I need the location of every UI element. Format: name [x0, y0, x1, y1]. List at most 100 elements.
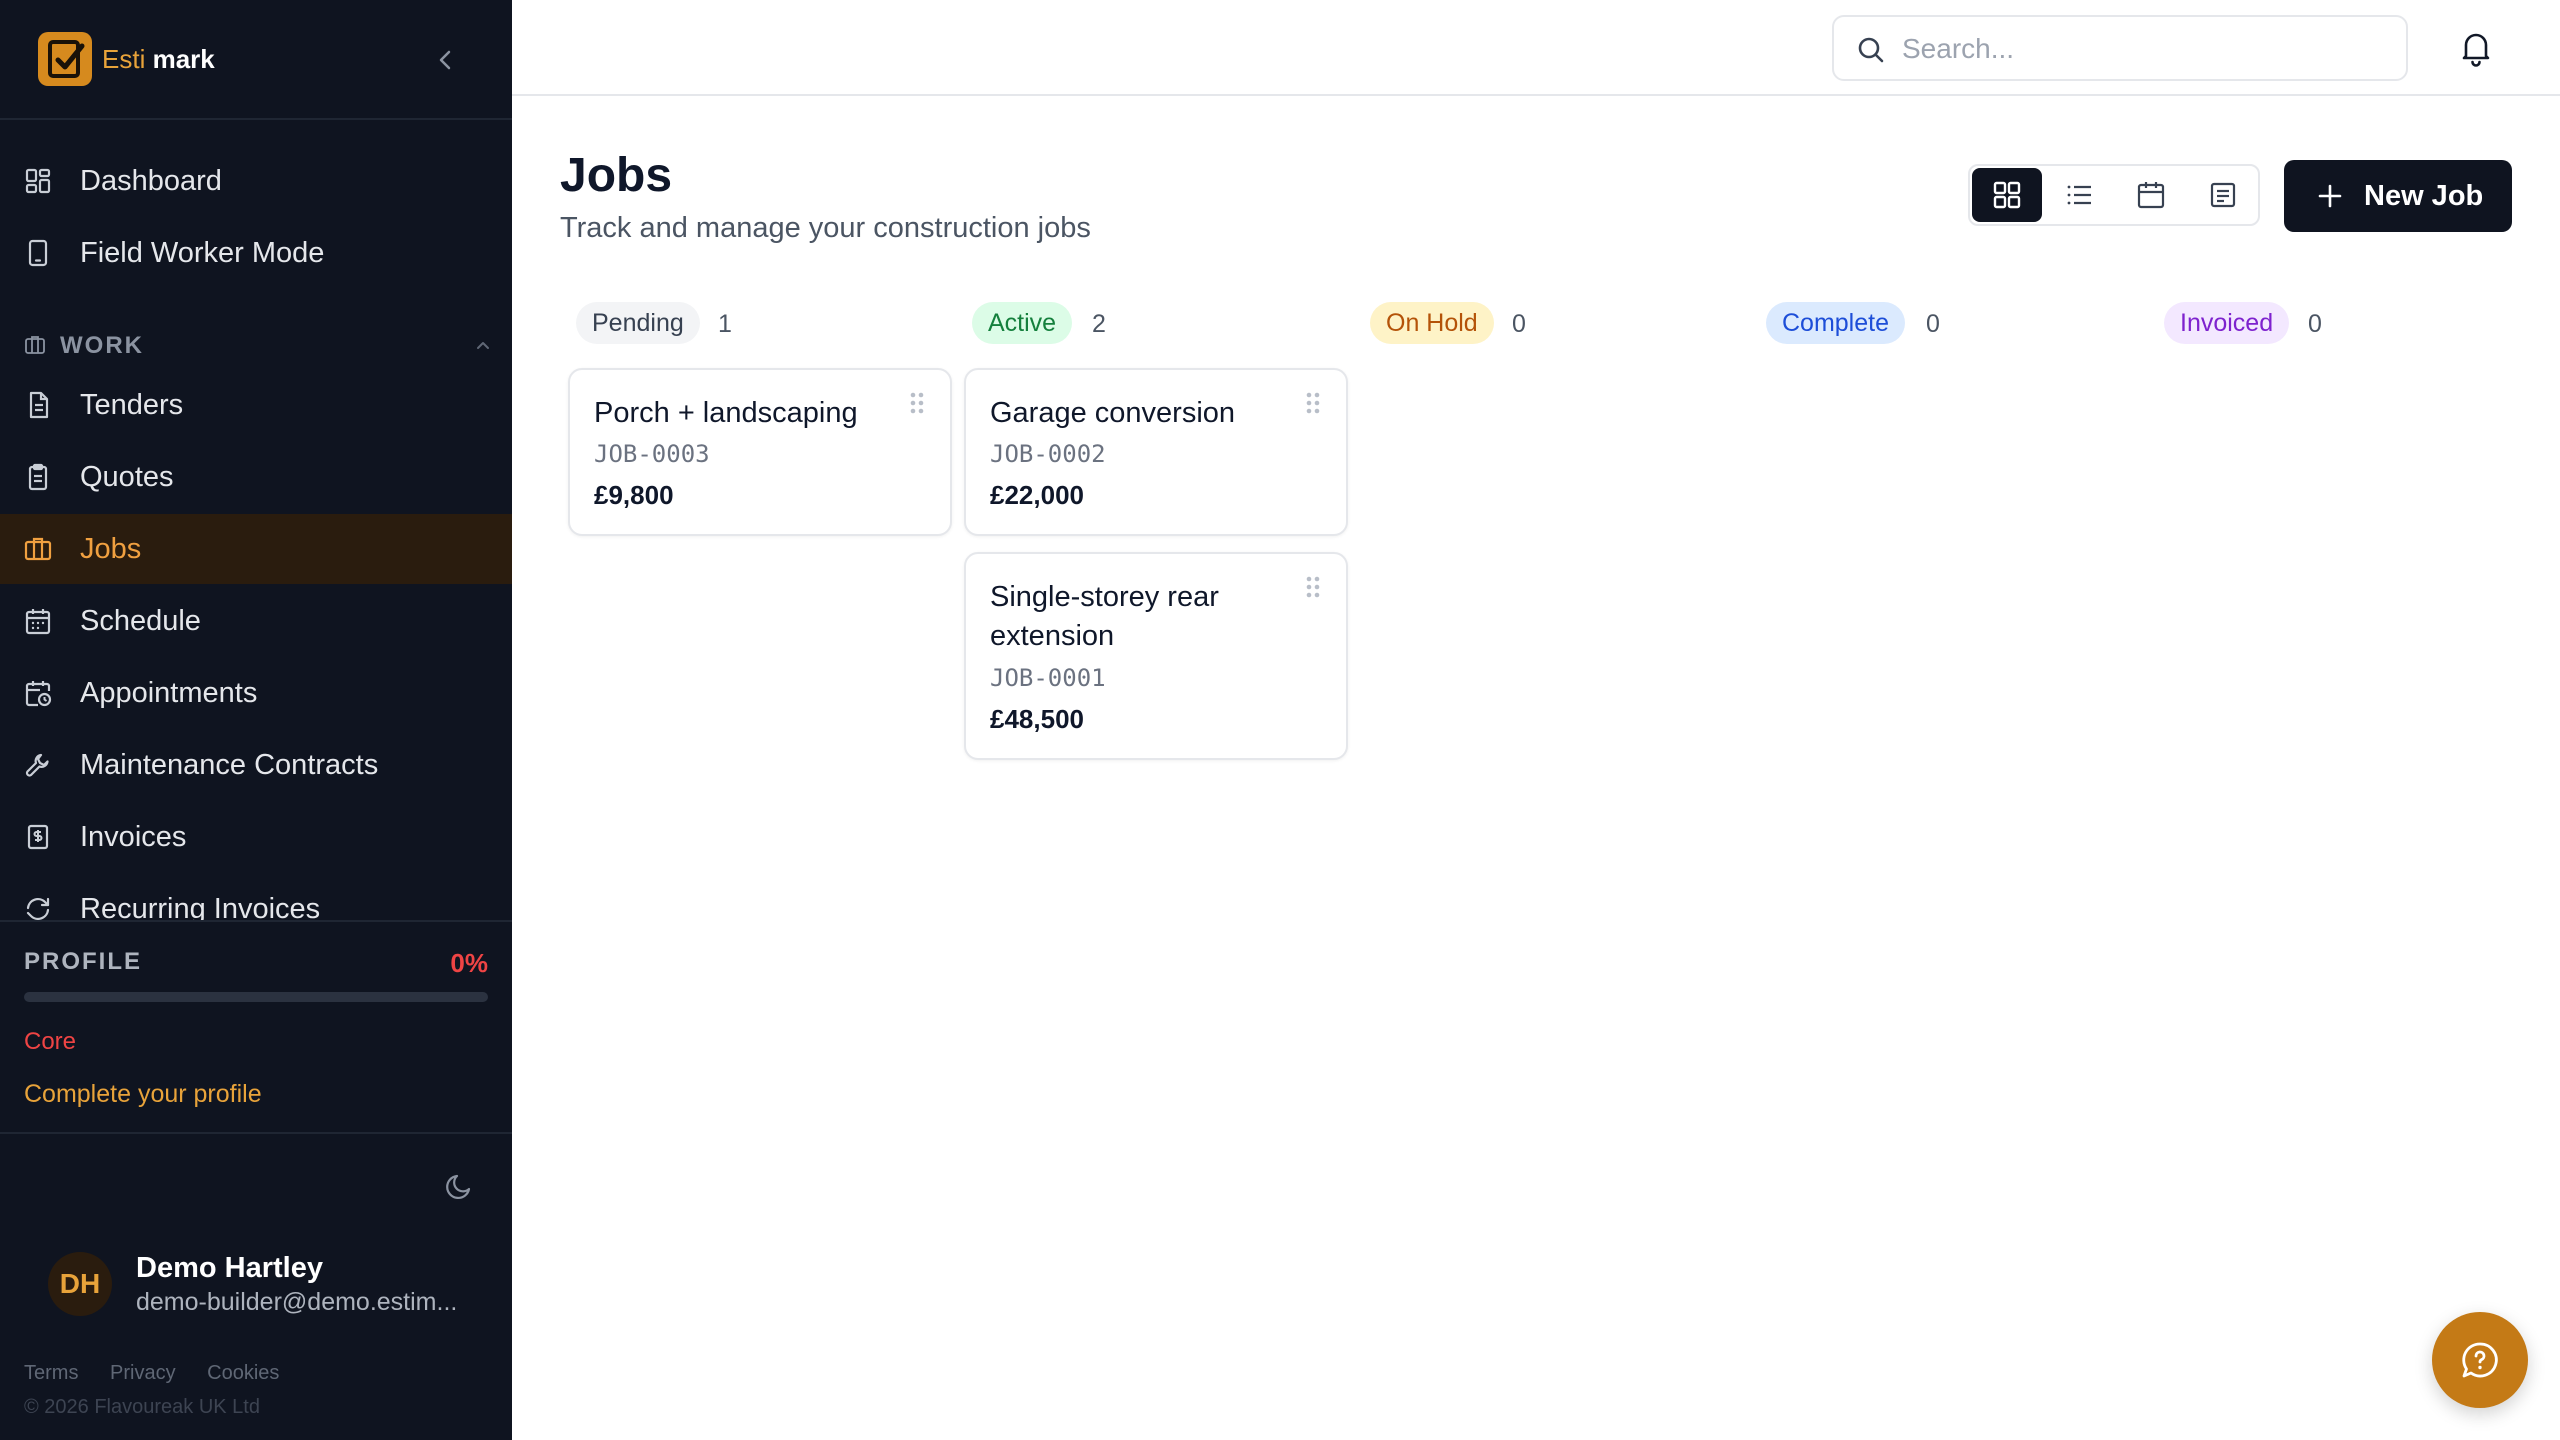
drag-handle-icon[interactable]	[1304, 390, 1322, 418]
column-count: 0	[2308, 310, 2322, 338]
view-switcher	[1968, 164, 2260, 226]
wrench-icon	[25, 753, 49, 777]
job-code: JOB-0003	[594, 440, 710, 468]
sidebar-item-label: Invoices	[80, 821, 187, 853]
sidebar-item-label: Dashboard	[80, 165, 222, 197]
status-badge: Pending	[576, 302, 700, 344]
job-title: Single-storey rear extension	[990, 581, 1219, 652]
sidebar-item-tenders[interactable]: Tenders	[0, 370, 512, 440]
receipt-icon	[27, 824, 49, 850]
search-icon	[1858, 37, 1884, 63]
profile-progress-bar	[24, 992, 488, 1002]
grid-icon	[1993, 181, 2021, 209]
bell-icon	[2462, 33, 2490, 67]
calendar-view-button[interactable]	[2116, 168, 2186, 222]
section-label: WORK	[60, 332, 144, 359]
sidebar-item-label: Field Worker Mode	[80, 237, 325, 269]
column-count: 1	[718, 310, 732, 338]
status-badge: Active	[972, 302, 1073, 344]
sidebar: Esti mark Dashboard Field Worker Mode WO…	[0, 0, 512, 1440]
status-badge: Complete	[1766, 302, 1905, 344]
calendar-icon	[25, 609, 51, 635]
job-amount: £22,000	[990, 480, 1084, 510]
new-job-label: New Job	[2364, 180, 2484, 212]
job-card[interactable]: Single-storey rear extension JOB-0001 £4…	[964, 552, 1348, 760]
smartphone-icon	[28, 239, 48, 267]
sidebar-item-label: Schedule	[80, 605, 201, 637]
sidebar-item-label: Quotes	[80, 461, 174, 493]
logo-icon[interactable]	[38, 32, 92, 86]
board-view-button[interactable]	[1972, 168, 2042, 222]
profile-level: Core	[24, 1028, 77, 1055]
job-title: Porch + landscaping	[594, 397, 858, 429]
sidebar-item-schedule[interactable]: Schedule	[0, 586, 512, 656]
user-email: demo-builder@demo.estim...	[136, 1288, 458, 1316]
sidebar-item-field-worker-mode[interactable]: Field Worker Mode	[0, 218, 512, 288]
profile-title: PROFILE	[24, 948, 143, 975]
calendar-icon	[2137, 182, 2165, 209]
sidebar-item-label: Maintenance Contracts	[80, 749, 379, 781]
sidebar-item-recurring-invoices[interactable]: Recurring Invoices	[0, 874, 512, 920]
brand-name-part1: Esti	[102, 44, 146, 74]
sidebar-item-label: Tenders	[80, 389, 184, 421]
cookies-link[interactable]: Cookies	[207, 1362, 279, 1384]
complete-profile-link[interactable]: Complete your profile	[24, 1080, 262, 1109]
column-count: 0	[1926, 310, 1940, 338]
theme-toggle-button[interactable]	[442, 1168, 478, 1204]
moon-icon	[446, 1174, 471, 1199]
section-work-toggle[interactable]: WORK	[24, 330, 494, 360]
footer-links: Terms Privacy Cookies	[24, 1362, 305, 1385]
page-title: Jobs	[560, 149, 673, 202]
chevron-up-icon	[477, 342, 489, 349]
sidebar-item-maintenance-contracts[interactable]: Maintenance Contracts	[0, 730, 512, 800]
sidebar-item-jobs[interactable]: Jobs	[0, 514, 512, 584]
job-code: JOB-0002	[990, 440, 1106, 468]
sidebar-item-appointments[interactable]: Appointments	[0, 658, 512, 728]
search-box[interactable]	[1832, 15, 2408, 81]
new-job-button[interactable]: New Job	[2284, 160, 2512, 232]
clipboard-icon	[28, 463, 48, 491]
job-amount: £9,800	[594, 480, 674, 510]
job-amount: £48,500	[990, 704, 1084, 734]
job-title: Garage conversion	[990, 397, 1236, 429]
status-badge: Invoiced	[2164, 302, 2290, 344]
sidebar-item-label: Jobs	[80, 533, 142, 565]
drag-handle-icon[interactable]	[908, 390, 926, 418]
notifications-button[interactable]	[2454, 26, 2498, 70]
terms-link[interactable]: Terms	[24, 1362, 78, 1384]
sidebar-item-dashboard[interactable]: Dashboard	[0, 146, 512, 216]
privacy-link[interactable]: Privacy	[110, 1362, 176, 1384]
job-card[interactable]: Garage conversion JOB-0002 £22,000	[964, 368, 1348, 536]
document-icon	[2210, 182, 2236, 208]
avatar[interactable]: DH	[48, 1252, 112, 1316]
layout-grid-icon	[25, 168, 51, 194]
help-chat-icon	[2462, 1342, 2498, 1378]
chevron-left-icon	[439, 50, 451, 70]
job-card[interactable]: Porch + landscaping JOB-0003 £9,800	[568, 368, 952, 536]
user-name: Demo Hartley	[136, 1252, 323, 1284]
profile-completion-panel: PROFILE 0% Core Complete your profile	[0, 920, 512, 1134]
search-input[interactable]	[1902, 29, 2382, 69]
top-bar	[512, 0, 2560, 96]
plus-icon	[2318, 184, 2342, 208]
copyright: © 2026 Flavoureak UK Ltd	[24, 1396, 260, 1418]
column-count: 0	[1512, 310, 1526, 338]
briefcase-icon	[25, 336, 45, 354]
drag-handle-icon[interactable]	[1304, 574, 1322, 602]
briefcase-icon	[24, 537, 52, 561]
document-view-button[interactable]	[2188, 168, 2258, 222]
help-chat-button[interactable]	[2432, 1312, 2528, 1408]
status-badge: On Hold	[1370, 302, 1494, 344]
file-text-icon	[29, 391, 49, 419]
sidebar-item-invoices[interactable]: Invoices	[0, 802, 512, 872]
collapse-sidebar-button[interactable]	[428, 42, 464, 78]
list-view-button[interactable]	[2044, 168, 2114, 222]
profile-percent: 0%	[450, 948, 488, 978]
sidebar-item-label: Recurring Invoices	[80, 893, 321, 920]
calendar-clock-icon	[25, 681, 52, 707]
column-count: 2	[1092, 310, 1106, 338]
job-code: JOB-0001	[990, 664, 1106, 692]
sidebar-item-quotes[interactable]: Quotes	[0, 442, 512, 512]
list-icon	[2067, 185, 2091, 205]
page-subtitle: Track and manage your construction jobs	[560, 212, 1091, 244]
